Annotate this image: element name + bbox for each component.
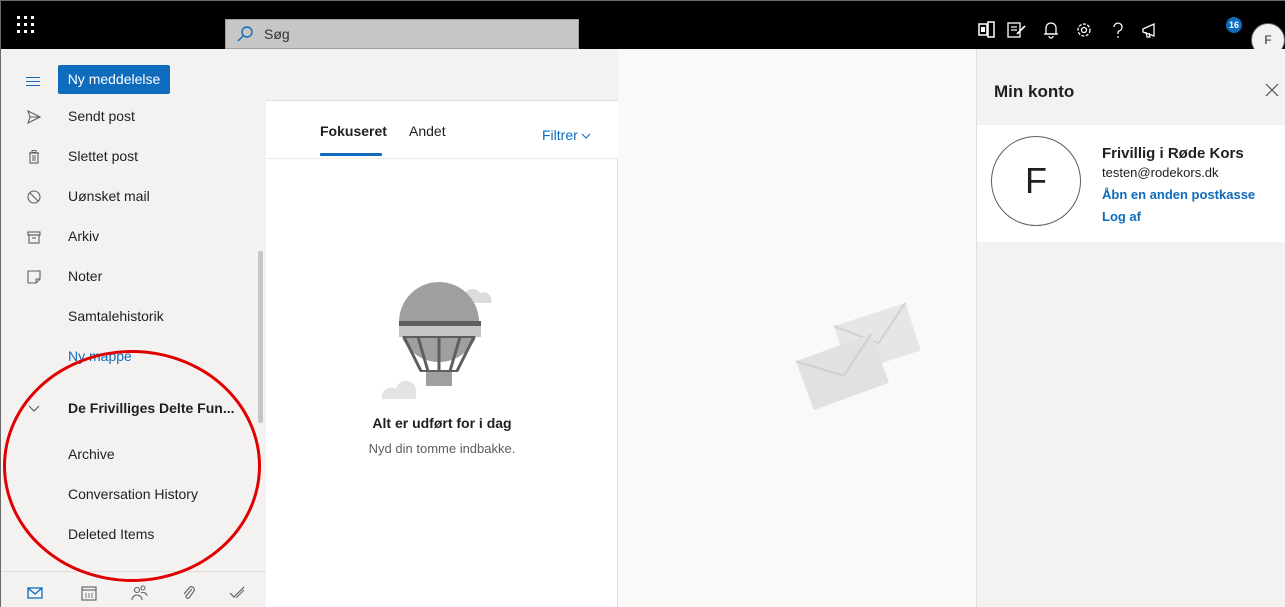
empty-inbox-subtitle: Nyd din tomme indbakke. [368, 441, 516, 456]
note-icon [27, 270, 41, 284]
folder-archive[interactable]: Arkiv [1, 217, 256, 257]
account-panel: Min konto F Frivillig i Røde Kors testen… [976, 49, 1285, 607]
notification-badge: 16 [1226, 17, 1242, 33]
folder-label: Deleted Items [68, 526, 155, 542]
folder-label: Sendt post [68, 108, 135, 124]
help-icon[interactable] [1107, 19, 1129, 41]
files-icon[interactable] [180, 584, 198, 602]
folder-notes[interactable]: Noter [1, 257, 256, 297]
account-panel-title: Min konto [994, 82, 1075, 101]
avatar: F [991, 136, 1081, 226]
folder-pane: Sendt post Slettet post Uønsket mail Ark… [1, 97, 266, 567]
send-icon [27, 109, 42, 125]
office-icon[interactable] [976, 19, 998, 41]
folder-deleted[interactable]: Slettet post [1, 137, 256, 177]
top-bar: Søg 16 F [1, 1, 1285, 57]
shared-mailbox-label: De Frivilliges Delte Fun... [68, 400, 235, 416]
calendar-icon[interactable] [80, 584, 98, 602]
archive-icon [27, 231, 41, 244]
folder-conversation-history[interactable]: Samtalehistorik [1, 297, 256, 337]
folder-label: Uønsket mail [68, 188, 150, 204]
inbox-tabs: Fokuseret Andet Filtrer [266, 101, 618, 159]
mail-icon[interactable] [26, 584, 44, 602]
shared-folder-conversation-history[interactable]: Conversation History [1, 475, 256, 515]
gear-icon[interactable] [1073, 19, 1095, 41]
chevron-down-icon[interactable] [26, 401, 42, 417]
folder-label: Conversation History [68, 486, 198, 502]
message-list: Fokuseret Andet Filtrer Alt er udført fo… [266, 101, 618, 607]
trash-icon [29, 150, 39, 164]
folder-junk[interactable]: Uønsket mail [1, 177, 256, 217]
todo-icon[interactable] [228, 584, 246, 602]
filter-label: Filtrer [542, 127, 578, 143]
envelope-illustration [795, 302, 920, 411]
active-tab-indicator [320, 153, 382, 156]
close-icon[interactable] [1265, 83, 1279, 97]
empty-inbox-title: Alt er udført for i dag [372, 415, 512, 431]
people-icon[interactable] [130, 584, 148, 602]
blocked-icon [27, 190, 41, 204]
shared-folder-deleted-items[interactable]: Deleted Items [1, 515, 256, 555]
sign-out-link[interactable]: Log af [1102, 209, 1141, 224]
new-message-button[interactable]: Ny meddelelse [58, 65, 170, 94]
tab-focused[interactable]: Fokuseret [320, 123, 387, 139]
folder-label: Noter [68, 268, 103, 284]
new-folder-link[interactable]: Ny mappe [1, 337, 256, 377]
module-bar [1, 571, 266, 607]
search-box[interactable]: Søg [225, 19, 579, 49]
shared-mailbox-group[interactable]: De Frivilliges Delte Fun... [1, 389, 256, 429]
account-email: testen@rodekors.dk [1102, 165, 1219, 180]
tasks-icon[interactable] [1005, 19, 1027, 41]
reading-pane [618, 49, 976, 607]
folder-sent[interactable]: Sendt post [1, 97, 256, 137]
new-folder-label: Ny mappe [68, 348, 132, 364]
folder-scrollbar[interactable] [258, 251, 263, 423]
tab-other[interactable]: Andet [409, 123, 446, 139]
folder-label: Slettet post [68, 148, 139, 164]
megaphone-icon[interactable] [1140, 19, 1162, 41]
folder-label: Samtalehistorik [68, 308, 164, 324]
account-card: F Frivillig i Røde Kors testen@rodekors.… [977, 125, 1285, 242]
outlook-window: Søg 16 F Ny meddelelse Sendt post Slette… [0, 0, 1285, 607]
folder-label: Archive [68, 446, 115, 462]
waffle-icon[interactable] [15, 14, 37, 36]
search-icon [237, 26, 253, 42]
shared-folder-archive[interactable]: Archive [1, 435, 256, 475]
filter-button[interactable]: Filtrer [542, 127, 591, 143]
bell-icon[interactable] [1040, 19, 1062, 41]
menu-icon[interactable] [26, 77, 40, 87]
balloon-illustration [381, 282, 492, 399]
search-placeholder: Søg [264, 26, 290, 42]
folder-label: Arkiv [68, 228, 100, 244]
chevron-down-icon [581, 133, 591, 139]
open-other-mailbox-link[interactable]: Åbn en anden postkasse [1102, 187, 1255, 202]
account-name: Frivillig i Røde Kors [1102, 145, 1244, 162]
